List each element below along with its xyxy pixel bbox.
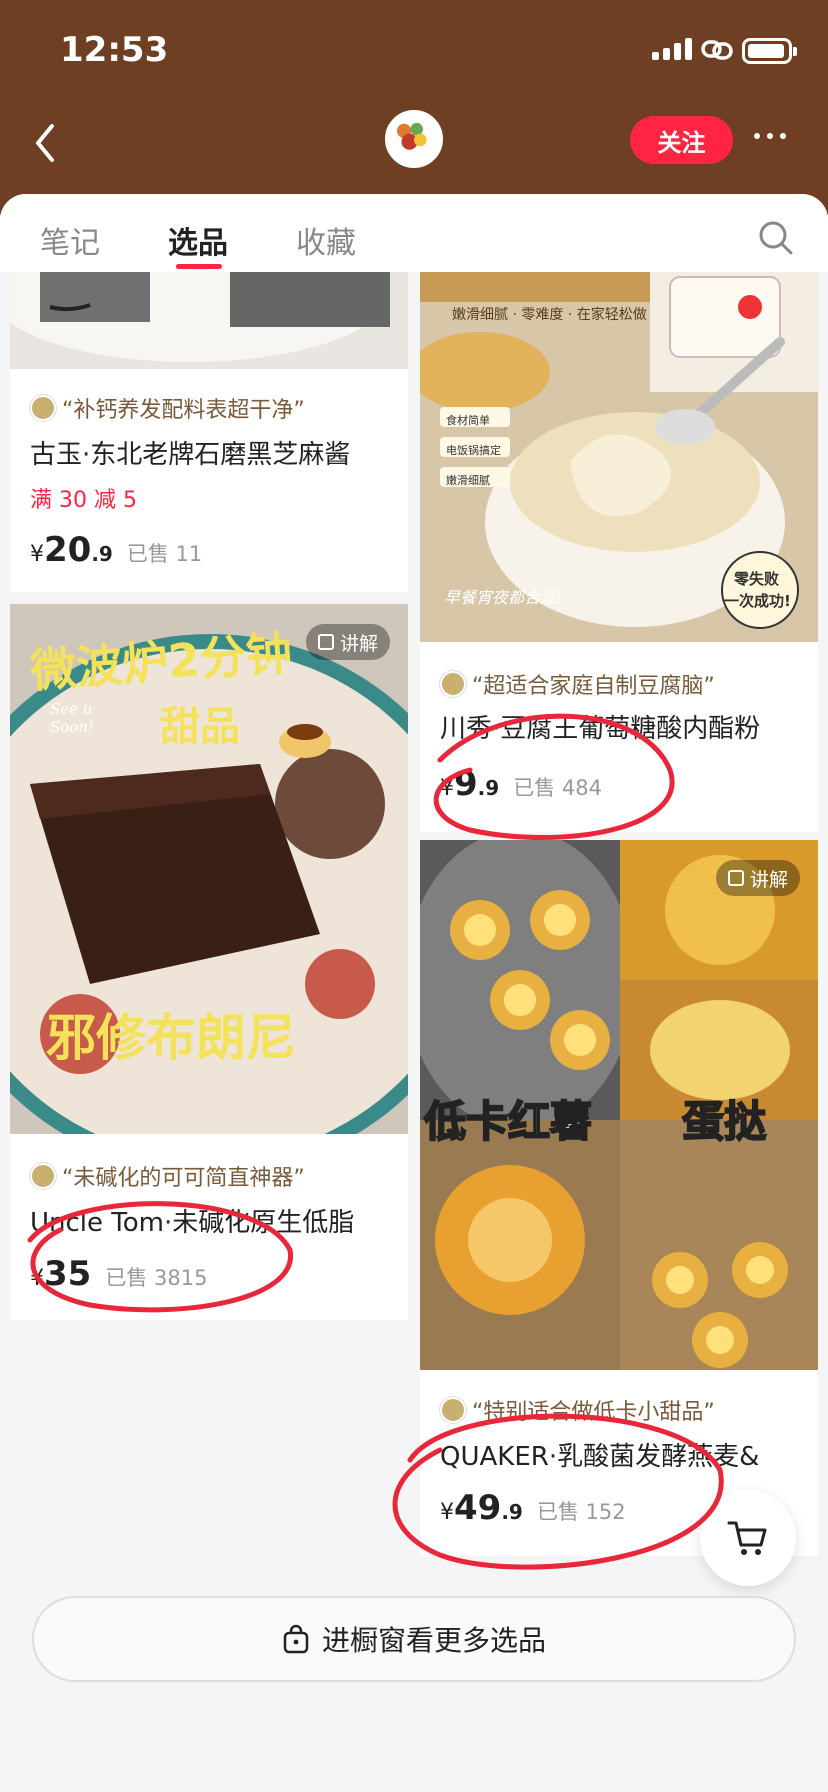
image-caption: 嫩滑细腻 · 零难度 · 在家轻松做 (452, 307, 647, 323)
product-title: Uncle Tom·未碱化原生低脂 (30, 1208, 355, 1238)
image-tag: 嫩滑细腻 (446, 474, 490, 487)
cart-icon (727, 1521, 767, 1555)
tab-favorites[interactable]: 收藏 (296, 218, 356, 262)
tab-notes[interactable]: 笔记 (40, 218, 100, 262)
product-title: 川秀·豆腐王葡萄糖酸内酯粉 (440, 714, 761, 744)
product-card[interactable]: 嫩滑细腻 · 零难度 · 在家轻松做 食材简单 电饭锅搞定 嫩滑细腻 早餐宵夜都… (420, 272, 818, 832)
product-quote: “补钙养发配料表超干净” (30, 392, 305, 424)
link-icon (701, 40, 733, 60)
image-tag: 电饭锅搞定 (446, 444, 501, 457)
image-headline: 蛋挞 (681, 1096, 767, 1147)
explain-icon (727, 870, 744, 886)
shopping-bag-icon (283, 1624, 309, 1654)
product-title: QUAKER·乳酸菌发酵燕麦& (440, 1442, 760, 1472)
promo-tag: 满 30 减 5 (30, 488, 137, 513)
explain-badge[interactable]: 讲解 (715, 860, 800, 896)
image-headline: 低卡红薯 (423, 1096, 593, 1147)
status-bar: 12:53 (0, 0, 828, 100)
product-price: ¥20.9 已售 11 (30, 530, 203, 570)
product-price: ¥9.9 已售 484 (440, 764, 602, 804)
image-badge: 零失败 (734, 570, 780, 588)
search-icon[interactable] (758, 220, 794, 256)
product-quote: “未碱化的可可简直神器” (30, 1160, 305, 1192)
sold-count: 已售 11 (126, 542, 203, 566)
product-image: 微波炉2分钟 甜品 See u Soon! 邪修布朗尼 讲解 (10, 604, 408, 1134)
view-more-button[interactable]: 进橱窗看更多选品 (32, 1596, 796, 1682)
product-price: ¥35 已售 3815 (30, 1254, 208, 1294)
image-headline: 邪修布朗尼 (46, 1009, 296, 1067)
product-image: 低卡红薯 蛋挞 讲解 (420, 840, 818, 1370)
image-caption: 早餐宵夜都合适! (444, 588, 563, 607)
product-quote: “特别适合做低卡小甜品” (440, 1394, 715, 1426)
back-icon[interactable] (30, 118, 64, 168)
more-icon[interactable] (754, 133, 786, 139)
product-card[interactable]: 微波炉2分钟 甜品 See u Soon! 邪修布朗尼 讲解 “未碱化的可可简直… (10, 604, 408, 1320)
recommender-avatar (30, 1163, 56, 1189)
image-tag: 食材简单 (446, 414, 490, 427)
sold-count: 已售 3815 (105, 1266, 208, 1290)
recommender-avatar (30, 395, 56, 421)
tab-indicator (176, 264, 222, 269)
avatar[interactable] (385, 110, 443, 168)
status-time: 12:53 (60, 30, 169, 70)
product-price: ¥49.9 已售 152 (440, 1488, 626, 1528)
product-image: 嫩滑细腻 · 零难度 · 在家轻松做 食材简单 电饭锅搞定 嫩滑细腻 早餐宵夜都… (420, 272, 818, 642)
cart-button[interactable] (700, 1490, 796, 1586)
product-title: 古玉·东北老牌石磨黑芝麻酱 (30, 440, 351, 470)
product-quote: “超适合家庭自制豆腐脑” (440, 668, 715, 700)
product-card[interactable]: 低卡红薯 蛋挞 讲解 “特别适合做低卡小甜品” QUAKER·乳酸菌发酵燕麦& … (420, 840, 818, 1556)
recommender-avatar (440, 1397, 466, 1423)
follow-button[interactable]: 关注 (630, 116, 733, 164)
recommender-avatar (440, 671, 466, 697)
battery-icon (742, 38, 797, 64)
sold-count: 已售 484 (513, 776, 602, 800)
image-badge: 一次成功! (724, 592, 791, 610)
image-headline: 甜品 (160, 704, 240, 750)
explain-badge[interactable]: 讲解 (305, 624, 390, 660)
product-card[interactable]: “补钙养发配料表超干净” 古玉·东北老牌石磨黑芝麻酱 满 30 减 5 ¥20.… (10, 272, 408, 592)
sold-count: 已售 152 (536, 1500, 626, 1524)
signal-icon (652, 38, 692, 60)
explain-icon (317, 634, 334, 650)
tab-bar: 笔记 选品 收藏 (0, 194, 828, 272)
product-image (10, 272, 408, 369)
tab-selections[interactable]: 选品 (168, 218, 228, 262)
image-script: See u Soon! (50, 700, 95, 736)
